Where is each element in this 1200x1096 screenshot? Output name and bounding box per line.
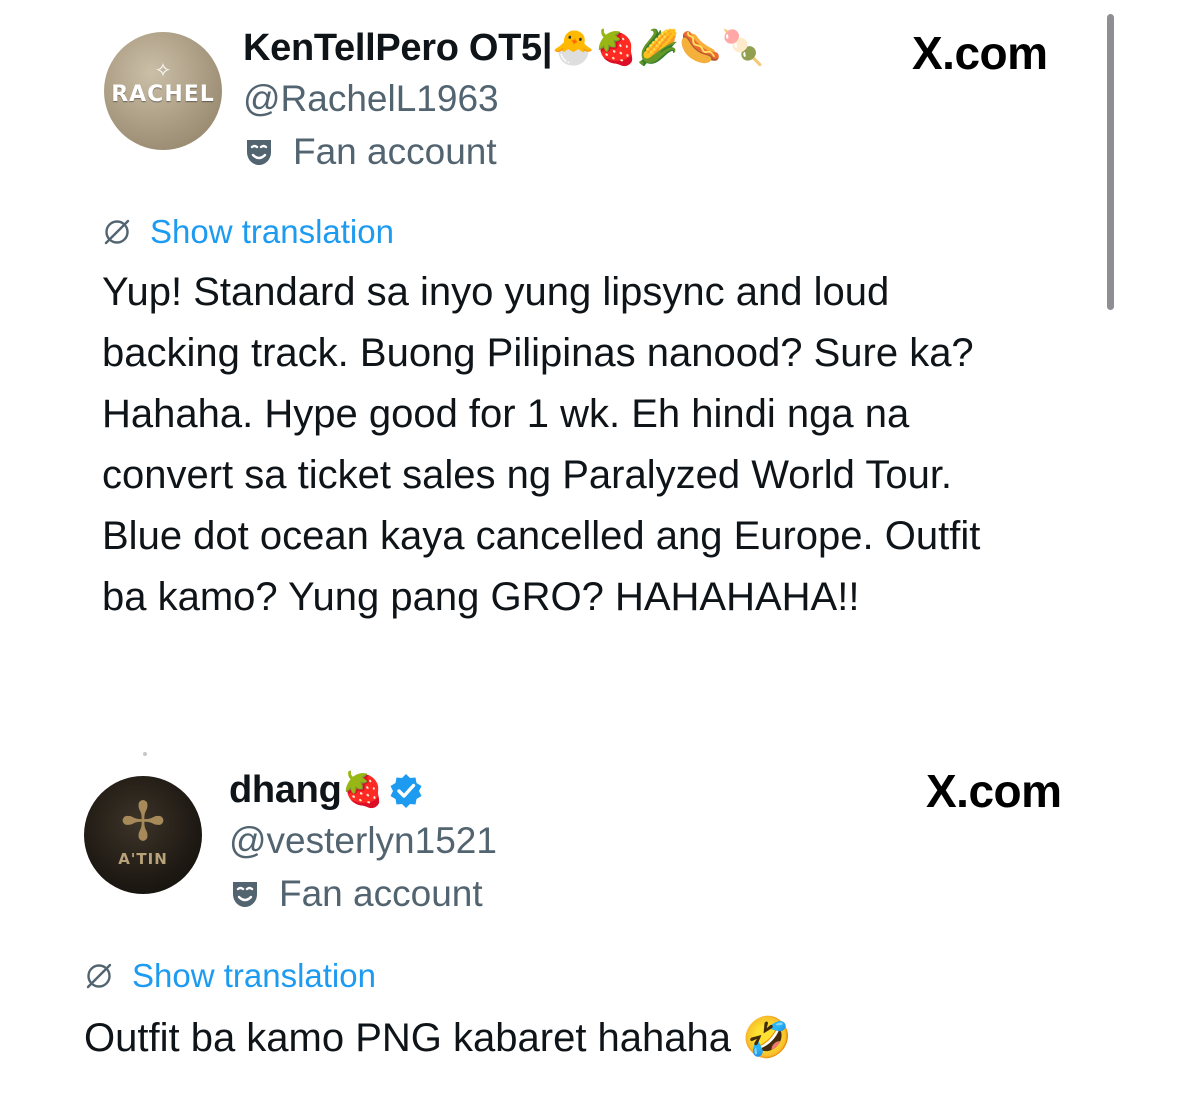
avatar-logo-mark: ✧ xyxy=(154,58,172,82)
tweet-text: Outfit ba kamo PNG kabaret hahaha 🤣 xyxy=(84,1016,792,1060)
fan-account-label: Fan account xyxy=(293,131,497,172)
hatching-chick-emoji: 🐣 xyxy=(552,28,595,68)
globe-slash-icon xyxy=(104,219,130,245)
site-watermark: X.com xyxy=(912,27,1048,79)
user-handle[interactable]: @vesterlyn1521 xyxy=(229,820,497,862)
show-translation-button[interactable]: Show translation xyxy=(102,210,394,254)
fan-account-label-row: Fan account xyxy=(229,870,483,918)
user-handle[interactable]: @RachelL1963 xyxy=(243,78,499,120)
show-translation-link[interactable]: Show translation xyxy=(132,957,376,995)
avatar-label: A'TIN xyxy=(118,850,168,868)
display-name[interactable]: dhang xyxy=(229,769,342,812)
mask-icon xyxy=(247,140,271,165)
corn-emoji: 🌽 xyxy=(636,28,680,68)
avatar[interactable]: ✧ RACHEL xyxy=(104,32,222,150)
globe-slash-icon xyxy=(86,963,112,989)
name-row: dhang 🍓 xyxy=(229,764,424,816)
display-name[interactable]: KenTellPero OT5| xyxy=(243,27,553,70)
tweet-card[interactable]: ✧ RACHEL KenTellPero OT5| 🐣 🍓 🌽 🌭 🍡 X.co… xyxy=(0,0,1200,700)
strawberry-emoji: 🍓 xyxy=(594,28,637,68)
site-watermark: X.com xyxy=(926,765,1062,817)
show-translation-button[interactable]: Show translation xyxy=(84,954,376,998)
strawberry-emoji: 🍓 xyxy=(341,770,384,810)
fan-account-label-row: Fan account xyxy=(243,128,497,176)
name-row: KenTellPero OT5| 🐣 🍓 🌽 🌭 🍡 xyxy=(243,22,764,74)
show-translation-link[interactable]: Show translation xyxy=(150,213,394,251)
tweet-card[interactable]: ✢ A'TIN dhang 🍓 X.com @vesterlyn1521 Fan… xyxy=(0,740,1200,1096)
fan-account-label: Fan account xyxy=(279,873,483,914)
avatar-label: RACHEL xyxy=(111,82,215,107)
verified-badge-icon xyxy=(390,774,422,808)
dango-emoji: 🍡 xyxy=(721,28,764,68)
avatar[interactable]: ✢ A'TIN xyxy=(84,776,202,894)
hot-dog-emoji: 🌭 xyxy=(679,28,722,68)
avatar-logo-mark: ✢ xyxy=(120,790,166,853)
tweet-text: Yup! Standard sa inyo yung lipsync and l… xyxy=(102,270,981,619)
mask-icon xyxy=(233,882,257,907)
